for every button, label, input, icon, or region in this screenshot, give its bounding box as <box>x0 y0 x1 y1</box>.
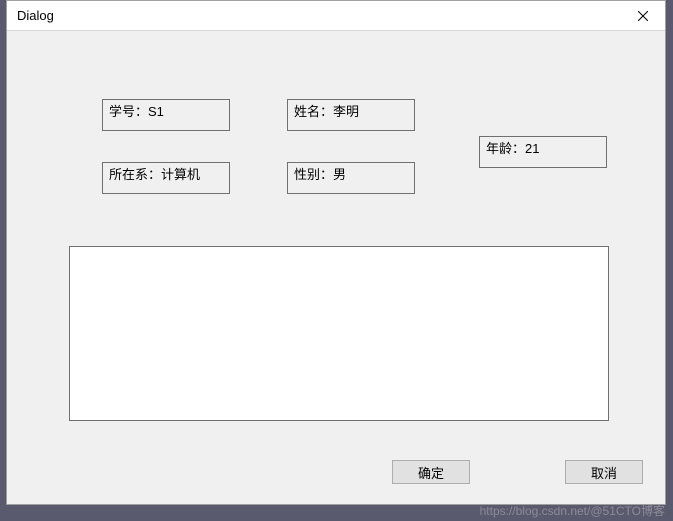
title-bar: Dialog <box>7 1 665 31</box>
student-id-label: 学号： <box>109 104 148 120</box>
cancel-button[interactable]: 取消 <box>565 460 643 484</box>
gender-field[interactable]: 性别：男 <box>287 162 415 194</box>
age-value: 21 <box>525 141 539 157</box>
department-label: 所在系： <box>109 167 161 183</box>
close-icon <box>638 11 648 21</box>
student-id-field[interactable]: 学号：S1 <box>102 99 230 131</box>
close-button[interactable] <box>620 1 665 31</box>
dialog-window: Dialog 学号：S1 姓名：李明 年龄：21 所在系：计算机 性别：男 确定… <box>6 0 666 505</box>
name-value: 李明 <box>333 104 359 120</box>
age-field[interactable]: 年龄：21 <box>479 136 607 168</box>
dialog-content: 学号：S1 姓名：李明 年龄：21 所在系：计算机 性别：男 确定 取消 <box>7 31 665 504</box>
age-label: 年龄： <box>486 141 525 157</box>
department-field[interactable]: 所在系：计算机 <box>102 162 230 194</box>
name-field[interactable]: 姓名：李明 <box>287 99 415 131</box>
student-id-value: S1 <box>148 104 164 120</box>
gender-value: 男 <box>333 167 346 183</box>
output-textarea[interactable] <box>69 246 609 421</box>
window-title: Dialog <box>17 8 54 23</box>
gender-label: 性别： <box>294 167 333 183</box>
name-label: 姓名： <box>294 104 333 120</box>
button-row: 确定 取消 <box>392 460 643 484</box>
department-value: 计算机 <box>161 167 200 183</box>
ok-button[interactable]: 确定 <box>392 460 470 484</box>
